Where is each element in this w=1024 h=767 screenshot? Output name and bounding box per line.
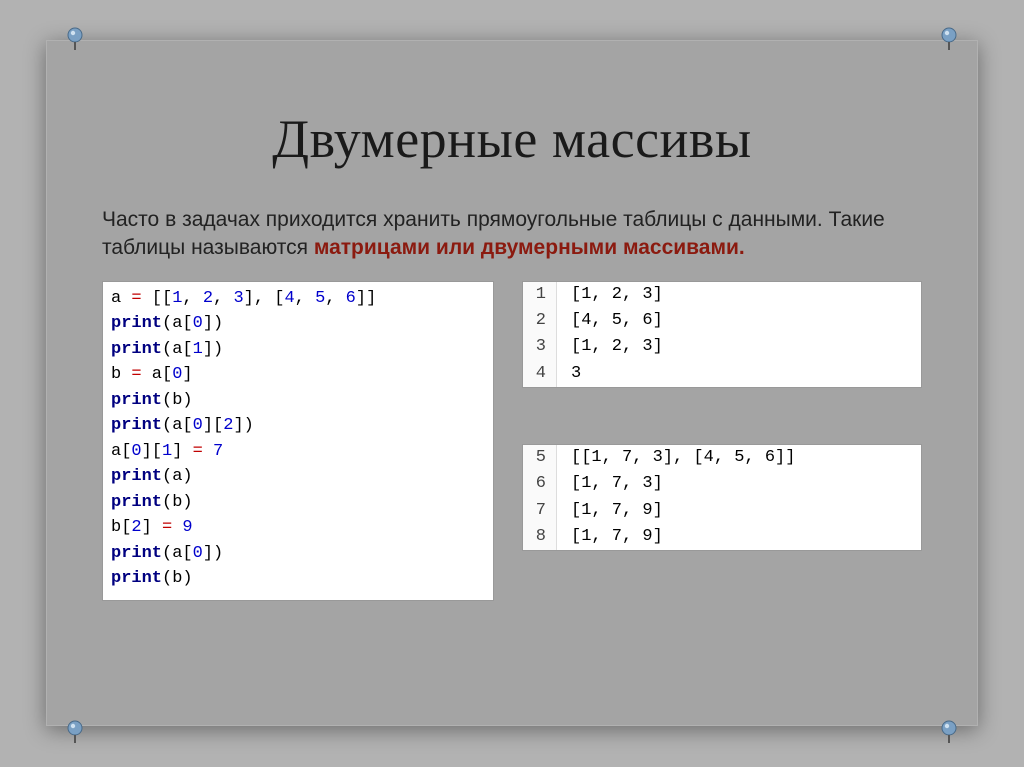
- code-line: print(a): [111, 464, 485, 490]
- code-line: b = a[0]: [111, 362, 485, 388]
- content-row: a = [[1, 2, 3], [4, 5, 6]] print(a[0]) p…: [102, 281, 922, 601]
- output-row: 1[1, 2, 3]: [523, 282, 921, 308]
- code-line: print(a[0]): [111, 541, 485, 567]
- slide-title: Двумерные массивы: [102, 108, 922, 170]
- output-row: 43: [523, 361, 921, 387]
- code-line: a[0][1] = 7: [111, 439, 485, 465]
- pushpin-icon: [60, 22, 90, 52]
- output-row: 5[[1, 7, 3], [4, 5, 6]]: [523, 445, 921, 471]
- code-line: print(a[0]): [111, 311, 485, 337]
- output-row: 2[4, 5, 6]: [523, 308, 921, 334]
- output-row: 6[1, 7, 3]: [523, 471, 921, 497]
- code-line: print(b): [111, 490, 485, 516]
- output-box-2: 5[[1, 7, 3], [4, 5, 6]] 6[1, 7, 3] 7[1, …: [522, 444, 922, 551]
- intro-highlight: матрицами или двумерными массивами.: [314, 236, 745, 259]
- code-line: b[2] = 9: [111, 515, 485, 541]
- pushpin-icon: [60, 715, 90, 745]
- pushpin-icon: [934, 715, 964, 745]
- output-box-1: 1[1, 2, 3] 2[4, 5, 6] 3[1, 2, 3] 43: [522, 281, 922, 388]
- output-column: 1[1, 2, 3] 2[4, 5, 6] 3[1, 2, 3] 43 5[[1…: [522, 281, 922, 552]
- output-row: 8[1, 7, 9]: [523, 524, 921, 550]
- code-line: print(b): [111, 388, 485, 414]
- output-row: 7[1, 7, 9]: [523, 498, 921, 524]
- pushpin-icon: [934, 22, 964, 52]
- code-listing: a = [[1, 2, 3], [4, 5, 6]] print(a[0]) p…: [102, 281, 494, 601]
- code-line: print(b): [111, 566, 485, 592]
- code-line: print(a[0][2]): [111, 413, 485, 439]
- output-row: 3[1, 2, 3]: [523, 334, 921, 360]
- code-line: print(a[1]): [111, 337, 485, 363]
- intro-paragraph: Часто в задачах приходится хранить прямо…: [102, 206, 922, 263]
- code-line: a = [[1, 2, 3], [4, 5, 6]]: [111, 286, 485, 312]
- slide: Двумерные массивы Часто в задачах приход…: [46, 40, 978, 726]
